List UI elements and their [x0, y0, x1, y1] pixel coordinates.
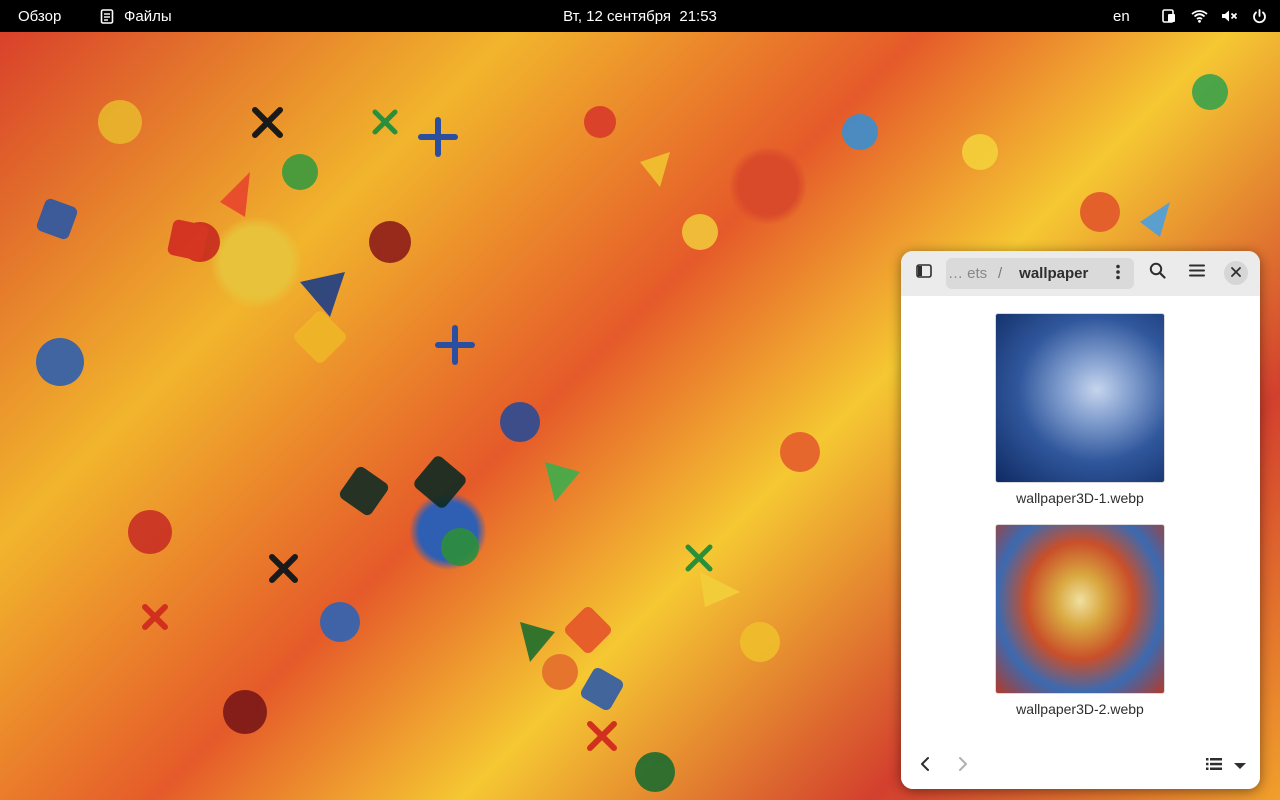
chevron-down-icon[interactable]: [1234, 757, 1246, 775]
sidebar-toggle-button[interactable]: [908, 259, 940, 287]
window-header: … ets / wallpaper: [901, 251, 1260, 296]
system-status-menu[interactable]: [1160, 0, 1268, 32]
file-thumbnail: [996, 314, 1164, 482]
volume-muted-icon: [1220, 7, 1238, 25]
search-icon: [1149, 262, 1166, 284]
folder-menu-button[interactable]: [1108, 263, 1128, 284]
main-menu-button[interactable]: [1181, 259, 1213, 287]
file-name: wallpaper3D-1.webp: [1016, 490, 1144, 506]
display-mirror-icon: [1160, 7, 1178, 25]
app-menu-button[interactable]: Файлы: [98, 0, 172, 32]
app-name-label: Файлы: [124, 7, 172, 25]
window-footer: [901, 744, 1260, 789]
file-grid: wallpaper3D-1.webp wallpaper3D-2.webp: [901, 296, 1260, 744]
back-button[interactable]: [909, 752, 941, 780]
forward-icon: [958, 756, 968, 777]
files-app-icon: [98, 7, 116, 25]
view-mode-button[interactable]: [1199, 752, 1253, 780]
back-icon: [920, 756, 930, 777]
sidebar-toggle-icon: [916, 263, 932, 283]
hamburger-menu-icon: [1189, 264, 1205, 282]
path-separator: /: [998, 265, 1003, 282]
forward-button[interactable]: [947, 752, 979, 780]
path-current-folder[interactable]: wallpaper: [1019, 265, 1088, 282]
search-button[interactable]: [1141, 259, 1173, 287]
list-view-icon: [1206, 757, 1222, 776]
file-manager-window: … ets / wallpaper wallpaper3D-1.webp wal…: [901, 251, 1260, 789]
power-icon: [1250, 7, 1268, 25]
file-name: wallpaper3D-2.webp: [1016, 701, 1144, 717]
path-bar: … ets / wallpaper: [946, 258, 1134, 289]
close-window-button[interactable]: [1224, 261, 1248, 285]
close-icon: [1231, 264, 1241, 282]
more-vertical-icon: [1116, 264, 1120, 284]
keyboard-layout-indicator[interactable]: en: [1113, 0, 1130, 32]
clock-button[interactable]: Вт, 12 сентября 21:53: [563, 8, 717, 25]
file-thumbnail: [996, 525, 1164, 693]
top-bar: Обзор Файлы Вт, 12 сентября 21:53 en: [0, 0, 1280, 32]
language-label: en: [1113, 7, 1130, 25]
clock-container: Вт, 12 сентября 21:53: [0, 0, 1280, 32]
activities-label: Обзор: [18, 7, 62, 25]
activities-button[interactable]: Обзор: [18, 0, 61, 32]
path-parent-segment[interactable]: … ets: [946, 265, 990, 282]
wifi-icon: [1190, 7, 1208, 25]
